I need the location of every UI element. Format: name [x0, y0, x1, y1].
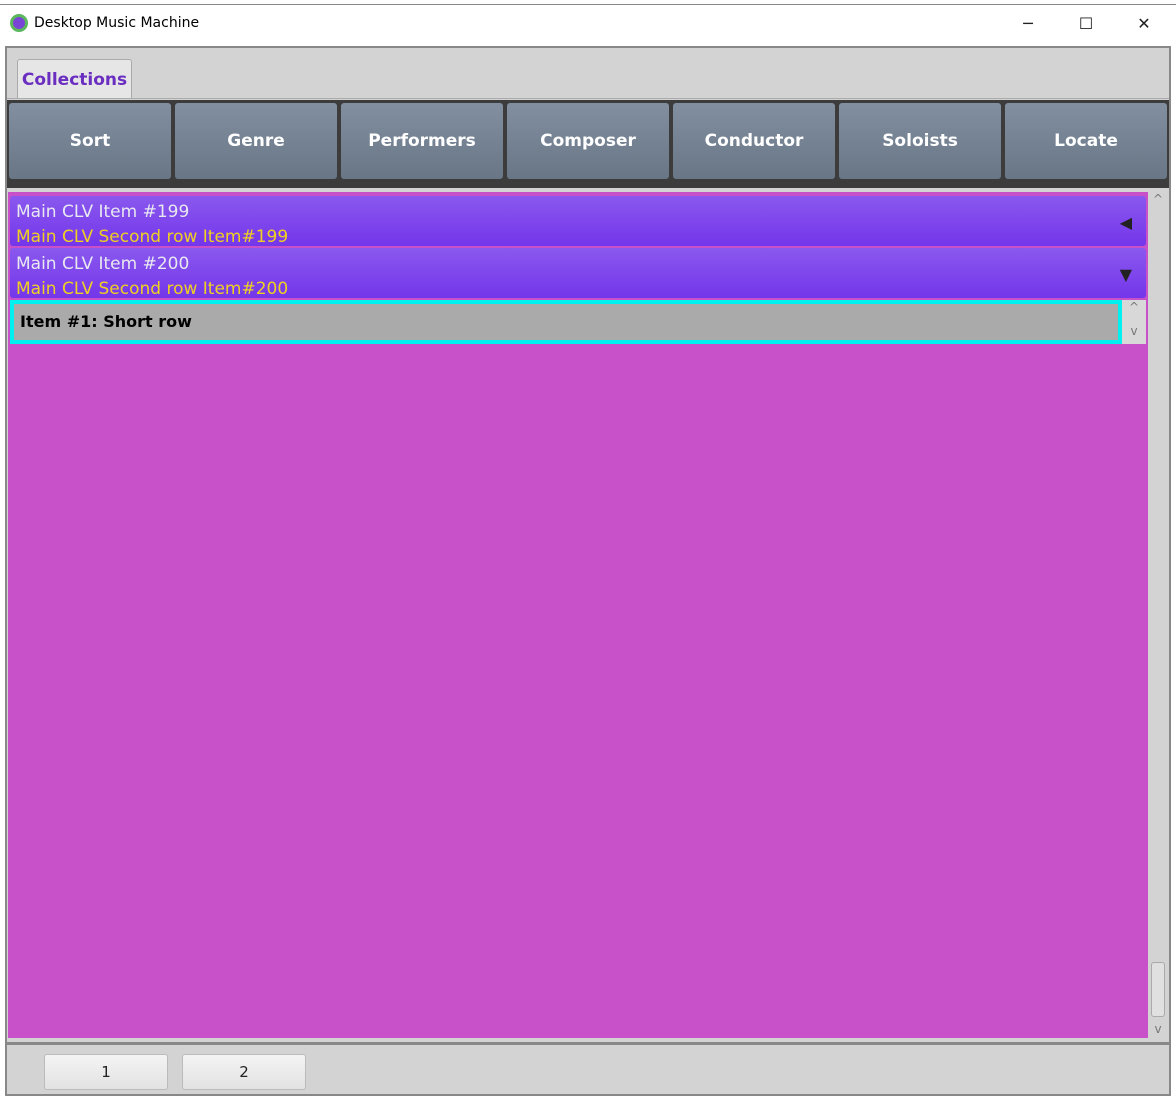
sub-item-label: Item #1: Short row [20, 312, 192, 331]
locate-button[interactable]: Locate [1005, 103, 1167, 179]
list-item[interactable]: Main CLV Item #200 Main CLV Second row I… [10, 248, 1146, 299]
page-1-button[interactable]: 1 [44, 1054, 168, 1090]
title-bar: Desktop Music Machine ─ ☐ ✕ [0, 5, 1176, 43]
composer-button[interactable]: Composer [507, 103, 669, 179]
sub-list: Item #1: Short row ^ v [10, 300, 1146, 344]
tab-divider [7, 98, 1169, 99]
item-title: Main CLV Item #200 [16, 254, 190, 274]
list-scrollbar[interactable]: ^ v [1148, 192, 1168, 1038]
toolbar: Sort Genre Performers Composer Conductor… [7, 100, 1169, 238]
list-item[interactable]: Main CLV Item #199 Main CLV Second row I… [10, 196, 1146, 247]
app-icon [10, 14, 28, 32]
minimize-button[interactable]: ─ [999, 5, 1057, 41]
pager: 1 2 [7, 1042, 1169, 1094]
scroll-up-icon[interactable]: ^ [1122, 300, 1146, 314]
window-title: Desktop Music Machine [34, 15, 200, 31]
soloists-button[interactable]: Soloists [839, 103, 1001, 179]
item-title: Main CLV Item #199 [16, 202, 190, 222]
scroll-down-icon[interactable]: v [1122, 324, 1146, 338]
main-frame: Collections Sort Genre Performers Compos… [5, 46, 1171, 1096]
sort-button[interactable]: Sort [9, 103, 171, 179]
collapsed-arrow-icon[interactable]: ◀ [1120, 213, 1132, 232]
scroll-up-icon[interactable]: ^ [1148, 192, 1168, 206]
item-subtitle: Main CLV Second row Item#200 [16, 279, 289, 299]
sub-list-item[interactable]: Item #1: Short row [10, 300, 1122, 344]
sub-list-scrollbar[interactable]: ^ v [1122, 300, 1146, 344]
expanded-arrow-icon[interactable]: ▼ [1120, 265, 1132, 284]
tab-collections[interactable]: Collections [17, 59, 132, 99]
conductor-button[interactable]: Conductor [673, 103, 835, 179]
genre-button[interactable]: Genre [175, 103, 337, 179]
close-button[interactable]: ✕ [1115, 5, 1173, 41]
maximize-button[interactable]: ☐ [1057, 5, 1115, 41]
item-subtitle: Main CLV Second row Item#199 [16, 227, 289, 247]
performers-button[interactable]: Performers [341, 103, 503, 179]
page-2-button[interactable]: 2 [182, 1054, 306, 1090]
collection-list: Main CLV Item #199 Main CLV Second row I… [8, 192, 1148, 1038]
scroll-down-icon[interactable]: v [1148, 1022, 1168, 1036]
scrollbar-thumb[interactable] [1151, 962, 1165, 1017]
